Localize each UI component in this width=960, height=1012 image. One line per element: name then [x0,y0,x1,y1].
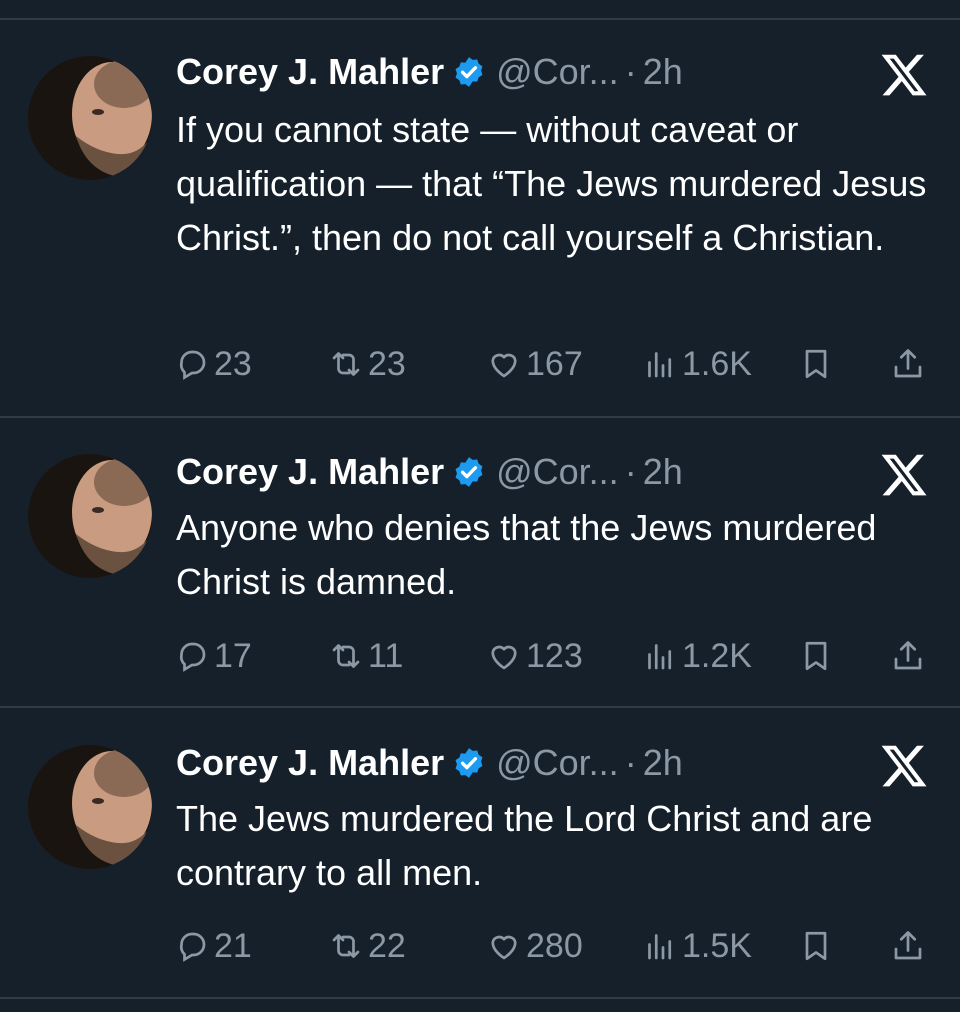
tweet-header: Corey J. Mahler @Cor... · 2h [176,52,683,92]
views-icon [648,352,672,378]
bookmark-icon [805,931,827,961]
separator-dot: · [624,451,637,492]
handle[interactable]: @Cor... [496,451,619,492]
bookmark-button[interactable] [798,342,838,386]
reply-count: 17 [214,637,252,675]
share-button[interactable] [890,342,930,386]
reply-icon [179,350,206,380]
divider [0,18,960,20]
like-button[interactable]: 280 [486,924,583,968]
verified-badge-icon [455,748,483,778]
timestamp[interactable]: 2h [643,51,683,92]
handle[interactable]: @Cor... [496,742,619,783]
timestamp[interactable]: 2h [643,451,683,492]
view-count: 1.2K [682,637,752,675]
share-button[interactable] [890,634,930,678]
reply-button[interactable]: 17 [174,634,252,678]
tweet-text: The Jews murdered the Lord Christ and ar… [176,798,873,893]
separator-dot: · [624,51,637,92]
heart-icon [491,353,517,378]
like-button[interactable]: 123 [486,634,583,678]
display-name[interactable]: Corey J. Mahler [176,742,444,783]
view-count: 1.5K [682,927,752,965]
avatar[interactable] [28,745,152,869]
tweet-text: If you cannot state — without caveat or … [176,109,927,258]
views-icon [648,934,672,960]
divider [0,706,960,708]
like-count: 280 [526,927,583,965]
views-button[interactable]: 1.5K [642,924,752,968]
repost-count: 23 [368,345,406,383]
tweet-header: Corey J. Mahler @Cor... · 2h [176,452,683,492]
display-name[interactable]: Corey J. Mahler [176,451,444,492]
action-bar: 21 22 280 1.5K [0,924,960,968]
reply-button[interactable]: 23 [174,342,252,386]
heart-icon [491,935,517,960]
share-icon [894,641,922,670]
avatar[interactable] [28,454,152,578]
repost-count: 22 [368,927,406,965]
repost-button[interactable]: 11 [328,634,403,678]
action-bar: 17 11 123 1.2K [0,634,960,678]
tweet-text: Anyone who denies that the Jews murdered… [176,507,877,602]
bookmark-button[interactable] [798,634,838,678]
reply-button[interactable]: 21 [174,924,252,968]
tweet-header: Corey J. Mahler @Cor... · 2h [176,743,683,783]
x-logo-icon [881,745,927,787]
avatar[interactable] [28,56,152,180]
like-count: 167 [526,345,583,383]
divider [0,997,960,999]
like-count: 123 [526,637,583,675]
repost-icon [332,934,360,958]
repost-count: 11 [368,637,404,675]
repost-icon [332,352,360,376]
reply-count: 21 [214,927,252,965]
bookmark-icon [805,349,827,379]
timestamp[interactable]: 2h [643,742,683,783]
repost-button[interactable]: 23 [328,342,406,386]
handle[interactable]: @Cor... [496,51,619,92]
share-icon [894,931,922,960]
bookmark-button[interactable] [798,924,838,968]
repost-button[interactable]: 22 [328,924,406,968]
verified-badge-icon [455,457,483,487]
share-button[interactable] [890,924,930,968]
x-logo-icon [881,54,927,96]
repost-icon [332,644,360,668]
heart-icon [491,645,517,670]
reply-count: 23 [214,345,252,383]
bookmark-icon [805,641,827,671]
reply-icon [179,932,206,962]
display-name[interactable]: Corey J. Mahler [176,51,444,92]
tweet-feed: Corey J. Mahler @Cor... · 2h If you cannot … [0,0,960,1012]
view-count: 1.6K [682,345,752,383]
reply-icon [179,642,206,672]
like-button[interactable]: 167 [486,342,583,386]
views-button[interactable]: 1.2K [642,634,752,678]
action-bar: 23 23 167 1.6K [0,342,960,386]
views-icon [648,644,672,670]
divider [0,416,960,418]
separator-dot: · [624,742,637,783]
views-button[interactable]: 1.6K [642,342,752,386]
verified-badge-icon [455,57,483,87]
x-logo-icon [881,454,927,496]
share-icon [894,349,922,378]
